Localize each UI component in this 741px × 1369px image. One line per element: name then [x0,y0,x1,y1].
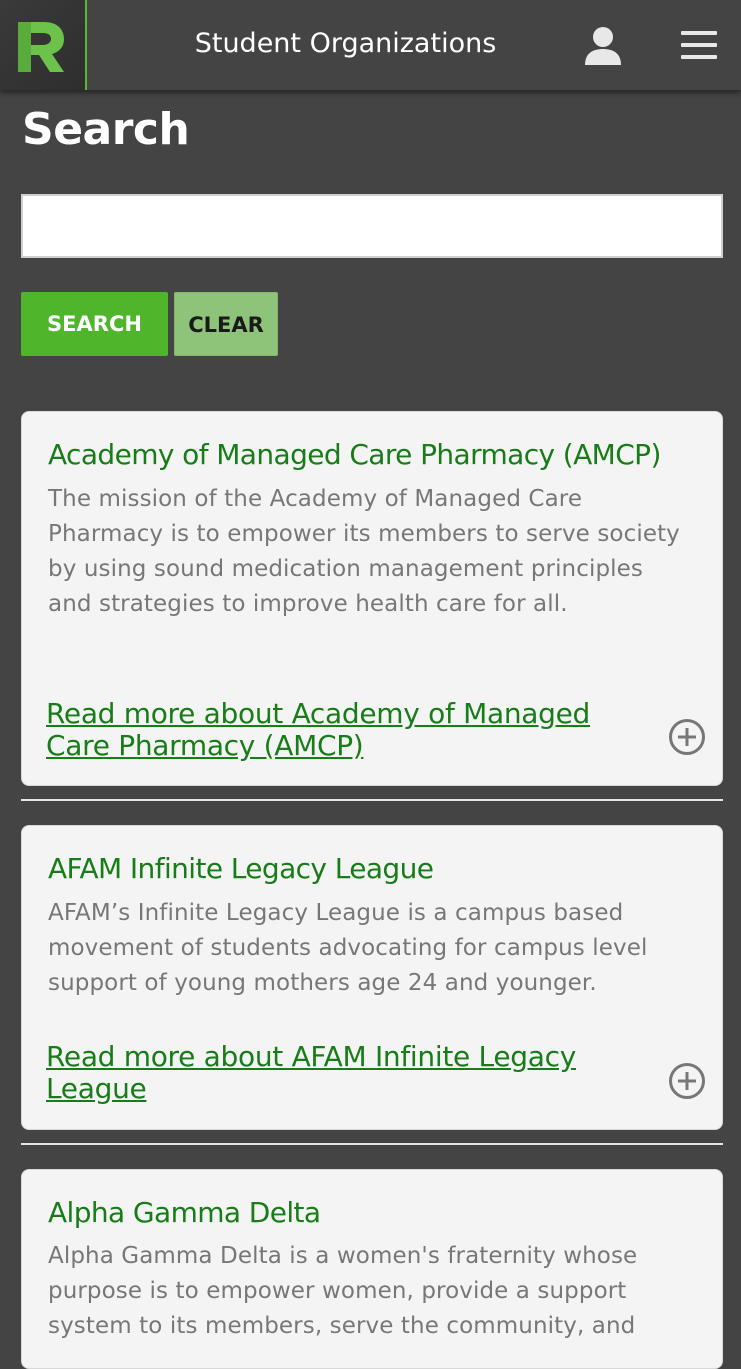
page-header-title: Student Organizations [194,28,497,59]
logo-r-icon [18,22,64,72]
plus-circle-icon[interactable] [668,718,706,756]
divider [21,1143,723,1145]
organization-description: AFAM’s Infinite Legacy League is a campu… [48,900,648,996]
organization-title: Academy of Managed Care Pharmacy (AMCP) [48,438,661,471]
organization-card: Academy of Managed Care Pharmacy (AMCP) … [21,411,723,786]
logo[interactable] [0,0,87,90]
read-more-link[interactable]: Read more about AFAM Infinite Legacy Lea… [46,1041,656,1105]
organization-card: Alpha Gamma Delta Alpha Gamma Delta is a… [21,1169,723,1369]
plus-circle-icon[interactable] [668,1062,706,1100]
search-heading: Search [22,104,190,155]
search-input[interactable] [21,194,723,258]
organization-card: AFAM Infinite Legacy League AFAM’s Infin… [21,825,723,1130]
divider [21,799,723,801]
user-icon[interactable] [582,26,624,66]
organization-description: Alpha Gamma Delta is a women's fraternit… [48,1243,638,1339]
organization-description: The mission of the Academy of Managed Ca… [48,486,680,617]
hamburger-menu-icon[interactable] [679,30,719,62]
app-header: Student Organizations [0,0,741,90]
search-button[interactable]: Search [21,292,168,356]
read-more-link[interactable]: Read more about Academy of Managed Care … [46,698,656,762]
organization-title: Alpha Gamma Delta [48,1196,321,1229]
clear-button[interactable]: Clear [174,292,278,356]
organization-title: AFAM Infinite Legacy League [48,852,434,885]
